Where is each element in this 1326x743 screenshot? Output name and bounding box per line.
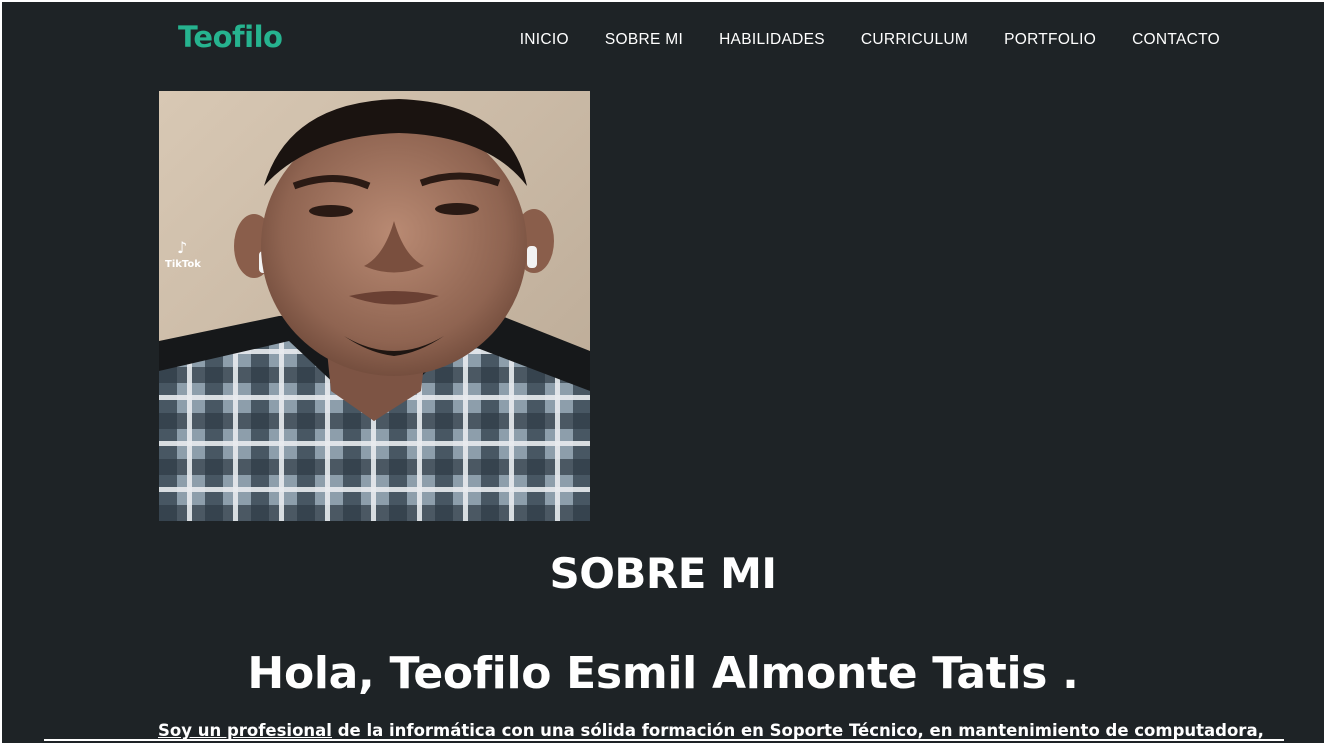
photo-watermark: TikTok — [165, 259, 201, 270]
nav-menu: INICIO SOBRE MI HABILIDADES CURRICULUM P… — [484, 31, 1220, 49]
greeting-heading: Hola, Teofilo Esmil Almonte Tatis . — [247, 648, 1079, 699]
bio-paragraph: Soy un profesional de la informática con… — [158, 721, 1298, 740]
nav-link-sobre-mi[interactable]: SOBRE MI — [605, 31, 683, 49]
page: Teofilo INICIO SOBRE MI HABILIDADES CURR… — [2, 2, 1324, 743]
section-title: SOBRE MI — [549, 549, 777, 598]
tiktok-icon: ♪ — [177, 238, 187, 257]
profile-photo: TikTok ♪ — [159, 91, 590, 521]
navbar: Teofilo INICIO SOBRE MI HABILIDADES CURR… — [2, 2, 1324, 80]
nav-link-curriculum[interactable]: CURRICULUM — [861, 31, 968, 49]
bio-text: de la informática con una sólida formaci… — [331, 721, 1264, 740]
nav-link-inicio[interactable]: INICIO — [520, 31, 569, 49]
horizontal-scrollbar[interactable] — [44, 739, 1284, 741]
bio-underlined-text: Soy un profesional — [158, 721, 332, 740]
nav-link-portfolio[interactable]: PORTFOLIO — [1004, 31, 1096, 49]
site-logo[interactable]: Teofilo — [178, 20, 283, 54]
nav-link-habilidades[interactable]: HABILIDADES — [719, 31, 825, 49]
nav-link-contacto[interactable]: CONTACTO — [1132, 31, 1220, 49]
